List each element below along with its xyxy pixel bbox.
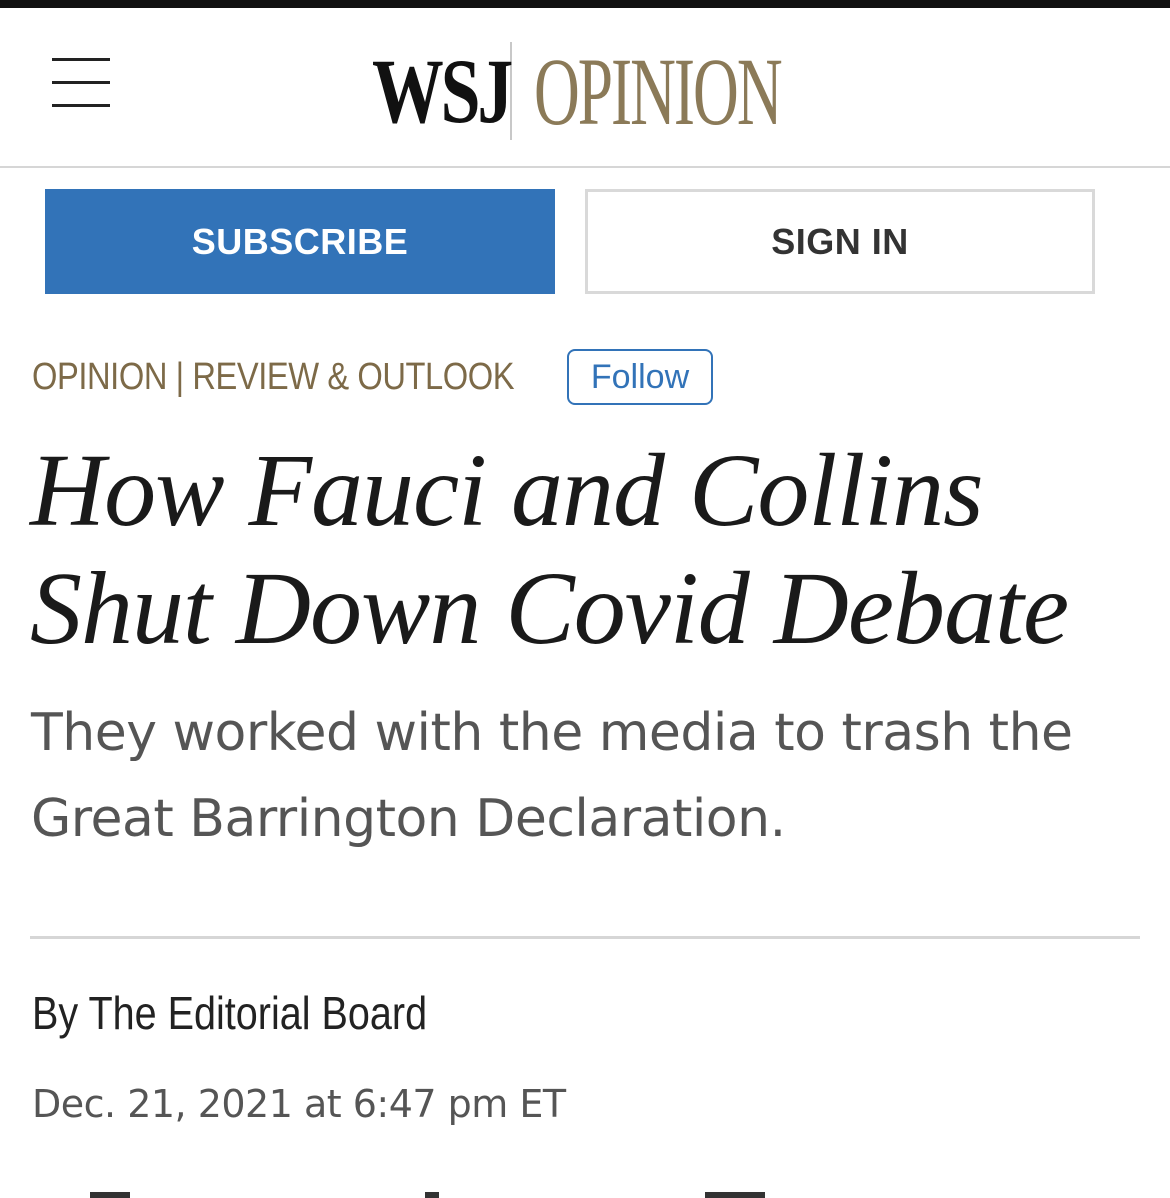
section-label[interactable]: OPINION | REVIEW & OUTLOOK [32, 356, 515, 399]
logo-wsj-text: WSJ [372, 40, 513, 142]
comment-icon[interactable] [425, 1192, 439, 1198]
bookmark-icon[interactable] [705, 1192, 765, 1198]
logo-section-text: OPINION [534, 37, 783, 145]
share-icon[interactable] [90, 1192, 130, 1198]
section-row: OPINION | REVIEW & OUTLOOK Follow [32, 346, 713, 408]
share-toolbar-partial [0, 1186, 1170, 1198]
logo-divider [510, 42, 512, 140]
top-border [0, 0, 1170, 8]
article-dek: They worked with the media to trash the … [31, 703, 1073, 849]
site-header: WSJ OPINION [0, 8, 1170, 168]
sign-in-button[interactable]: SIGN IN [585, 189, 1095, 294]
article-byline[interactable]: By The Editorial Board [32, 986, 427, 1040]
article-dateline: Dec. 21, 2021 at 6:47 pm ET [32, 1082, 566, 1126]
hamburger-menu-icon[interactable] [52, 58, 110, 110]
divider-rule [30, 936, 1140, 939]
follow-button[interactable]: Follow [567, 349, 713, 405]
subscribe-button[interactable]: SUBSCRIBE [45, 189, 555, 294]
wsj-opinion-logo[interactable]: WSJ OPINION [372, 36, 908, 146]
article-headline: How Fauci and Collins Shut Down Covid De… [30, 433, 1069, 666]
